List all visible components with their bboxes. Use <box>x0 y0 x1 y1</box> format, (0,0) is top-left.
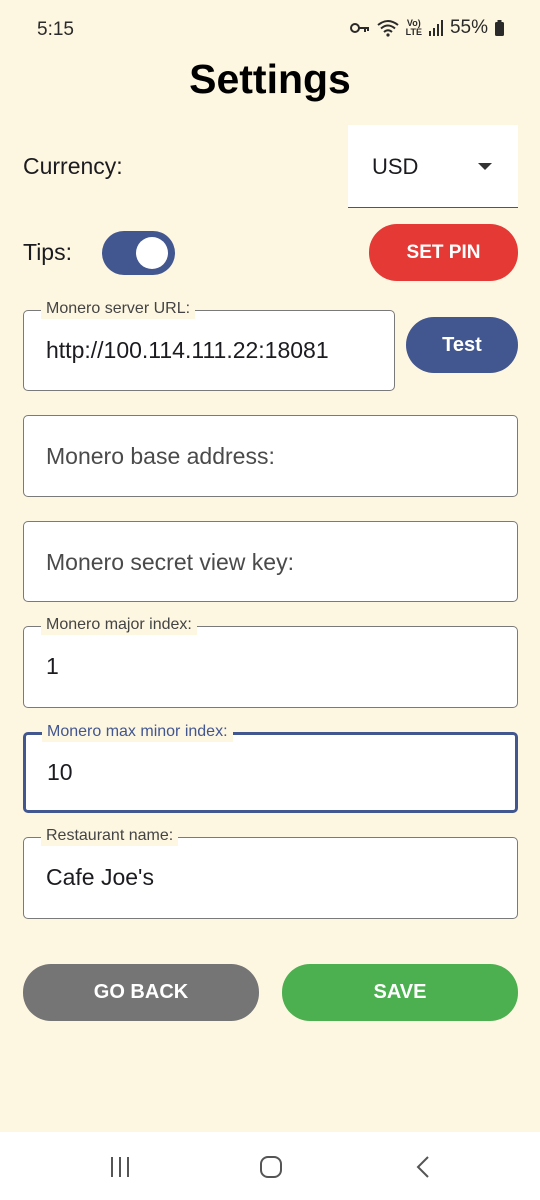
wifi-icon <box>377 19 399 37</box>
status-bar: 5:15 Vo) LTE 55% <box>0 0 540 62</box>
secret-view-key-field[interactable]: Monero secret view key: <box>23 521 518 602</box>
tips-toggle[interactable] <box>102 231 175 275</box>
volte-icon: Vo) LTE <box>406 19 422 37</box>
toggle-knob <box>136 237 168 269</box>
settings-screen: 5:15 Vo) LTE 55% Settings Currency: USD … <box>0 0 540 1200</box>
currency-label: Currency: <box>23 153 123 179</box>
navigation-bar <box>0 1132 540 1200</box>
server-url-label: Monero server URL: <box>41 299 196 319</box>
test-button[interactable]: Test <box>406 317 518 373</box>
secret-view-key-placeholder: Monero secret view key: <box>46 549 294 575</box>
status-time: 5:15 <box>37 19 74 40</box>
restaurant-name-value: Cafe Joe's <box>46 864 154 890</box>
server-url-value: http://100.114.111.22:18081 <box>46 337 329 363</box>
max-minor-index-field[interactable]: Monero max minor index: 10 <box>23 722 518 813</box>
base-address-field[interactable]: Monero base address: <box>23 415 518 497</box>
currency-selected-value: USD <box>372 154 419 179</box>
max-minor-index-label: Monero max minor index: <box>42 722 233 742</box>
set-pin-button[interactable]: SET PIN <box>369 224 518 281</box>
dropdown-arrow-icon <box>478 163 492 170</box>
currency-dropdown[interactable]: USD <box>348 125 518 208</box>
save-button[interactable]: SAVE <box>282 964 518 1021</box>
back-icon[interactable] <box>403 1152 443 1182</box>
go-back-button[interactable]: GO BACK <box>23 964 259 1021</box>
key-icon <box>349 22 370 34</box>
signal-icon <box>428 20 443 36</box>
major-index-field[interactable]: Monero major index: 1 <box>23 615 518 708</box>
battery-icon <box>495 20 504 36</box>
volte-label-bottom: LTE <box>405 27 422 37</box>
recents-icon[interactable] <box>100 1152 140 1182</box>
base-address-placeholder: Monero base address: <box>46 443 275 469</box>
server-url-field[interactable]: Monero server URL: http://100.114.111.22… <box>23 299 395 391</box>
major-index-value: 1 <box>46 653 59 679</box>
battery-percent: 55% <box>449 17 488 38</box>
major-index-label: Monero major index: <box>41 615 197 635</box>
status-icons: Vo) LTE 55% <box>349 17 504 39</box>
max-minor-index-value: 10 <box>47 759 73 785</box>
home-icon[interactable] <box>251 1152 291 1182</box>
restaurant-name-field[interactable]: Restaurant name: Cafe Joe's <box>23 826 518 919</box>
tips-label: Tips: <box>23 239 72 265</box>
restaurant-name-label: Restaurant name: <box>41 826 179 846</box>
page-title: Settings <box>189 56 351 102</box>
